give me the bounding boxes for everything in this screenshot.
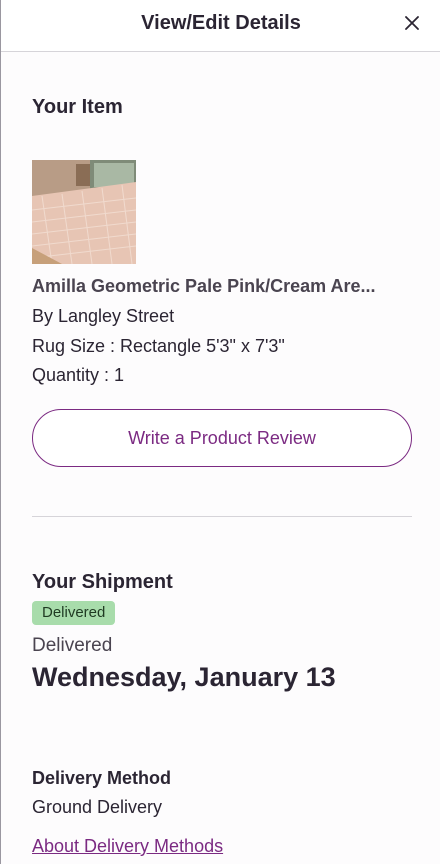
delivery-method-heading: Delivery Method bbox=[32, 768, 172, 788]
delivery-date: Wednesday, January 13 bbox=[32, 662, 336, 692]
close-button[interactable] bbox=[401, 12, 423, 34]
your-shipment-heading: Your Shipment bbox=[32, 571, 173, 593]
product-name[interactable]: Amilla Geometric Pale Pink/Cream Are... bbox=[32, 276, 412, 297]
section-divider bbox=[32, 516, 412, 517]
status-badge: Delivered bbox=[32, 601, 116, 625]
close-icon bbox=[405, 16, 419, 30]
product-quantity: Quantity : 1 bbox=[32, 365, 125, 385]
product-image[interactable] bbox=[32, 160, 136, 264]
rug-product-image bbox=[32, 160, 136, 264]
panel-header: View/Edit Details bbox=[1, 0, 440, 52]
page-title: View/Edit Details bbox=[141, 12, 301, 34]
details-panel: View/Edit Details Your Item Amilla Geome… bbox=[0, 0, 440, 864]
write-review-button[interactable]: Write a Product Review bbox=[32, 409, 412, 467]
shipment-status: Delivered bbox=[32, 635, 113, 656]
product-size: Rug Size : Rectangle 5'3" x 7'3" bbox=[32, 336, 285, 356]
product-brand: By Langley Street bbox=[32, 306, 175, 326]
delivery-method-value: Ground Delivery bbox=[32, 797, 163, 817]
your-item-heading: Your Item bbox=[32, 96, 123, 118]
about-delivery-methods-link[interactable]: About Delivery Methods bbox=[32, 836, 223, 857]
